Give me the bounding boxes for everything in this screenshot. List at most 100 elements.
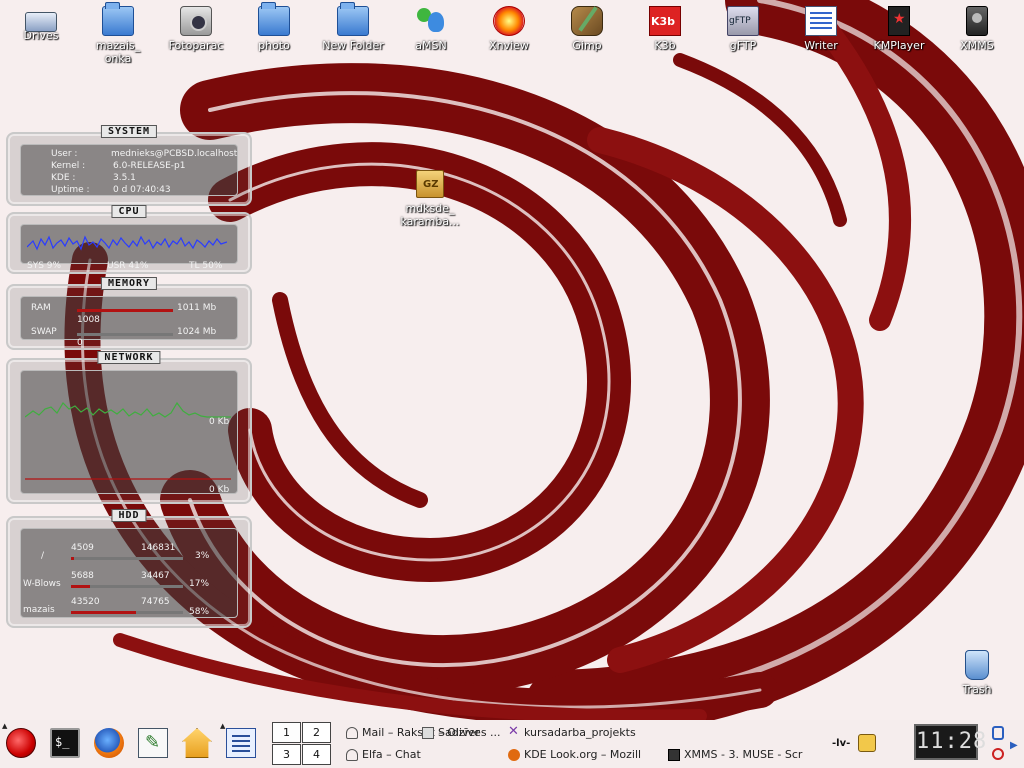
memory-swap-total: 1024 Mb	[177, 327, 217, 337]
pager-desktop-2[interactable]: 2	[302, 722, 331, 743]
x-icon: ✕	[508, 724, 519, 739]
desktop-pager: 1 2 3 4	[272, 722, 332, 766]
hdd-row-used: 4509	[71, 543, 94, 553]
taskbar-task[interactable]: Elfa – Chat	[344, 746, 494, 764]
system-kernel-key: Kernel :	[51, 161, 86, 171]
klipper-icon[interactable]	[858, 734, 876, 752]
writer-icon	[805, 6, 837, 36]
kword-icon[interactable]	[226, 728, 256, 758]
desktop-file-mdksde-karamba[interactable]: mdksde_ karamba...	[390, 170, 470, 228]
hdd-row-name: W-Blows	[23, 579, 61, 589]
lock-screen-icon[interactable]	[992, 726, 1004, 740]
folder-icon	[337, 2, 369, 36]
desktop-icon-label: Fotoparac	[168, 39, 224, 52]
gz-package-icon	[416, 170, 444, 198]
memory-panel: MEMORY RAM 1011 Mb 1008 SWAP 1024 Mb 0	[6, 277, 252, 350]
desktop-icon-kmplayer[interactable]: KMPlayer	[861, 6, 937, 52]
folder-icon	[258, 2, 290, 36]
system-panel-title: SYSTEM	[100, 125, 158, 138]
desktop-icon-label: Writer	[804, 39, 838, 52]
xmms-icon	[966, 6, 988, 36]
desktop-icon-mazais-onka[interactable]: mazais_ onka	[80, 2, 156, 65]
cpu-panel: CPU SYS 9% USR 41% TL 50%	[6, 205, 252, 274]
panel-hide-arrow-icon[interactable]: ▶	[1010, 740, 1018, 751]
kate-icon[interactable]	[138, 728, 168, 758]
firefox-icon	[508, 749, 520, 761]
desktop-icon-fotoparac[interactable]: Fotoparac	[158, 6, 234, 52]
desktop-icon-xnview[interactable]: Xnview	[471, 6, 547, 52]
desktop-icon-gimp[interactable]: Gimp	[549, 6, 625, 52]
hdd-row-free: 146831	[141, 543, 176, 553]
hdd-row-pct: 58%	[189, 607, 210, 617]
kmenu-arrow-icon: ▲	[2, 722, 8, 730]
gftp-icon	[727, 6, 759, 36]
cpu-tl-label: TL 50%	[189, 261, 223, 271]
network-out-label: 0 Kb	[209, 485, 230, 495]
desktop-icon-label: mazais_ onka	[95, 39, 141, 65]
desktop-icon-drives[interactable]: Drives	[3, 6, 79, 42]
hdd-row-bar-fill	[71, 585, 91, 588]
cpu-panel-title: CPU	[111, 205, 147, 218]
hdd-row-used: 5688	[71, 571, 94, 581]
keyboard-layout-icon[interactable]: -lv-	[832, 738, 854, 750]
desktop-icon-label: Gimp	[572, 39, 602, 52]
desktop-icon-new-folder[interactable]: New Folder	[315, 2, 391, 52]
system-uptime-value: 0 d 07:40:43	[113, 185, 171, 195]
taskbar-task[interactable]: KDE Look.org – Mozill	[506, 746, 656, 764]
taskbar-task[interactable]: Sadzīves ...	[420, 724, 500, 742]
kopete-icon	[346, 727, 358, 739]
system-panel: SYSTEM User : mednieks@PCBSD.localhost K…	[6, 125, 252, 206]
desktop-icon-writer[interactable]: Writer	[783, 6, 859, 52]
desktop-icon-label: Xnview	[489, 39, 529, 52]
hdd-row-bar	[71, 585, 183, 588]
amsn-icon	[415, 6, 447, 36]
pager-desktop-1[interactable]: 1	[272, 722, 301, 743]
xnview-icon	[493, 6, 525, 36]
desktop-icon-k3b[interactable]: K3b	[627, 6, 703, 52]
camera-icon	[180, 6, 212, 36]
hdd-panel-title: HDD	[111, 509, 147, 522]
network-panel-title: NETWORK	[97, 351, 161, 364]
desktop-icon-label: XMMS	[960, 39, 994, 52]
system-user-value: mednieks@PCBSD.localhost	[111, 149, 238, 159]
hdd-row-bar	[71, 557, 183, 560]
system-kde-value: 3.5.1	[113, 173, 136, 183]
task-label: kursadarba_projekts	[524, 726, 636, 739]
network-graph	[25, 401, 231, 480]
desktop-icon-xmms[interactable]: XMMS	[939, 6, 1015, 52]
desktop-icon-trash[interactable]: Trash	[939, 650, 1015, 696]
desktop-file-label: mdksde_ karamba...	[400, 202, 460, 228]
memory-ram-bar	[77, 309, 173, 312]
desktop-icon-label: K3b	[654, 39, 676, 52]
kmplayer-icon	[888, 6, 910, 36]
memory-ram-bar-fill	[77, 309, 173, 312]
desktop-icon-photo[interactable]: photo	[236, 2, 312, 52]
task-label: Sadzīves ...	[438, 726, 500, 739]
firefox-icon[interactable]	[94, 728, 124, 758]
kmenu-icon[interactable]	[6, 728, 36, 758]
clock[interactable]: 11:28	[914, 724, 986, 760]
task-label: Elfa – Chat	[362, 748, 421, 761]
desktop-icon-label: photo	[258, 39, 290, 52]
pager-desktop-4[interactable]: 4	[302, 744, 331, 765]
memory-swap-label: SWAP	[31, 327, 57, 337]
k3b-icon	[649, 6, 681, 36]
xmms-icon	[668, 749, 680, 761]
desktop-icon-gftp[interactable]: gFTP	[705, 6, 781, 52]
logout-icon[interactable]	[992, 748, 1004, 760]
taskbar-task[interactable]: ✕ kursadarba_projekts	[506, 724, 656, 742]
trash-icon	[965, 650, 989, 680]
hdd-row-name: mazais	[23, 605, 55, 615]
pager-desktop-3[interactable]: 3	[272, 744, 301, 765]
memory-ram-total: 1011 Mb	[177, 303, 217, 313]
home-icon[interactable]	[182, 728, 212, 758]
hdd-row-bar	[71, 611, 183, 614]
hdd-row-free: 34467	[141, 571, 170, 581]
cpu-sys-label: SYS 9%	[27, 261, 62, 271]
desktop-icon-amsn[interactable]: aMSN	[393, 6, 469, 52]
system-uptime-key: Uptime :	[51, 185, 90, 195]
taskbar-task[interactable]: XMMS - 3. MUSE - Scr	[666, 746, 826, 764]
network-in-label: 0 Kb	[209, 417, 230, 427]
konsole-icon[interactable]	[50, 728, 80, 758]
memory-ram-label: RAM	[31, 303, 51, 313]
